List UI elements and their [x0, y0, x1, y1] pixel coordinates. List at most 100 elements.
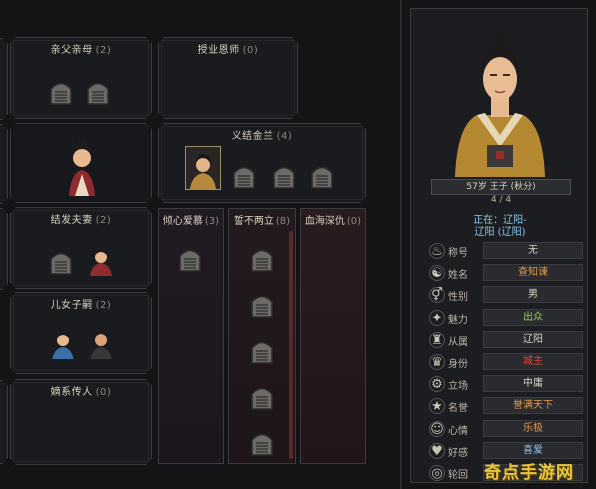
- children-title: 儿女子嗣 (2): [50, 300, 112, 311]
- love-title: 倾心爱慕 (3): [162, 216, 220, 227]
- tombstone-icon: [251, 341, 273, 364]
- attr-value: 喜爱: [483, 441, 583, 459]
- parent-slot-2[interactable]: [83, 76, 113, 106]
- samsara-icon: ◎: [429, 465, 445, 481]
- attr-value: 乐极: [483, 419, 583, 437]
- attr-row-8: ☺ 心情 乐极: [429, 419, 583, 438]
- attr-value: 誉满天下: [483, 397, 583, 415]
- attr-label: 心情: [448, 425, 468, 437]
- attr-label: 称号: [448, 248, 468, 259]
- attr-value: 城主: [483, 353, 583, 370]
- attr-value: 出众: [483, 308, 583, 326]
- child-avatar-1[interactable]: [47, 327, 79, 359]
- attr-row-7: ★ 名誉 誉满天下: [429, 397, 583, 415]
- attr-row-1: ☯ 姓名 查知谏: [429, 264, 583, 282]
- tombstone-icon: [251, 295, 273, 318]
- partial-panel-left-mid: [0, 124, 8, 204]
- attr-label: 姓名: [448, 270, 468, 282]
- slash-counter: 4 / 4: [490, 195, 512, 205]
- partial-panel-left-bottom: [0, 380, 8, 464]
- sworn-slot-4[interactable]: [307, 160, 337, 190]
- parents-panel[interactable]: 亲父亲母 (2): [10, 37, 152, 119]
- surname-icon: ☯: [429, 265, 445, 282]
- attr-label: 魅力: [448, 314, 468, 326]
- attr-value: 无: [483, 242, 583, 259]
- tombstone-icon: [229, 160, 259, 190]
- heir-panel[interactable]: 嫡系传人 (0): [10, 379, 152, 465]
- panel-divider: [400, 0, 402, 489]
- charm-icon: ✦: [429, 309, 445, 326]
- attr-label: 从属: [448, 336, 468, 348]
- attr-value: 辽阳: [483, 330, 583, 348]
- spouse-panel[interactable]: 结发夫妻 (2): [10, 207, 152, 289]
- tombstone-icon: [307, 160, 337, 190]
- stance-icon: ⚙: [429, 376, 445, 393]
- heir-title: 嫡系传人 (0): [50, 387, 112, 398]
- preference-icon: ♥: [429, 442, 445, 459]
- character-name-bar: 57岁 王子 (秋分): [431, 179, 571, 195]
- tombstone-icon: [251, 433, 273, 456]
- attr-label: 好感: [448, 447, 468, 459]
- attr-label: 身份: [448, 359, 468, 370]
- self-portrait-panel: [10, 123, 152, 203]
- enemy-title: 誓不两立 (8): [233, 216, 291, 227]
- spouse-avatar[interactable]: [85, 244, 117, 276]
- enemy-scrollbar[interactable]: [289, 231, 293, 459]
- enemy-slot-1[interactable]: [247, 243, 277, 273]
- tombstone-icon: [83, 76, 113, 106]
- parents-title: 亲父亲母 (2): [50, 45, 112, 56]
- attr-label: 轮回: [448, 470, 468, 481]
- sworn-panel[interactable]: 义结金兰 (4): [158, 123, 366, 203]
- love-slot-1[interactable]: [175, 243, 205, 273]
- master-panel[interactable]: 授业恩师 (0): [158, 37, 298, 119]
- attr-row-6: ⚙ 立场 中庸: [429, 375, 583, 393]
- fame-icon: ★: [429, 398, 445, 415]
- watermark: 奇点手游网: [484, 463, 574, 483]
- spouse-slot-1[interactable]: [46, 246, 76, 276]
- spouse-title: 结发夫妻 (2): [50, 215, 112, 226]
- tombstone-icon: [46, 76, 76, 106]
- enemy-slot-2[interactable]: [247, 289, 277, 319]
- gender-icon: ⚥: [429, 287, 445, 304]
- parent-slot-1[interactable]: [46, 76, 76, 106]
- sworn-avatar-1[interactable]: [185, 146, 221, 190]
- tombstone-icon: [251, 387, 273, 410]
- enemy-slot-5[interactable]: [247, 427, 277, 457]
- children-panel[interactable]: 儿女子嗣 (2): [10, 292, 152, 374]
- sworn-title: 义结金兰 (4): [231, 131, 293, 142]
- attr-row-4: ♜ 从属 辽阳: [429, 330, 583, 349]
- faction-icon: ♜: [429, 331, 445, 348]
- attr-row-2: ⚥ 性别 男: [429, 286, 583, 304]
- mood-icon: ☺: [429, 420, 445, 437]
- attr-label: 性别: [448, 292, 468, 304]
- attr-row-5: ♛ 身份 城主: [429, 353, 583, 371]
- title-icon: ♨: [429, 243, 445, 259]
- tombstone-icon: [251, 249, 273, 272]
- partial-panel-left-low: [0, 208, 8, 290]
- enemy-slot-3[interactable]: [247, 335, 277, 365]
- partial-panel-left-top: [0, 38, 8, 120]
- enemy-column[interactable]: 誓不两立 (8): [228, 208, 296, 464]
- attr-value: 男: [483, 286, 583, 304]
- female-avatar[interactable]: [61, 134, 103, 196]
- sworn-slot-2[interactable]: [229, 160, 259, 190]
- enemy-slot-4[interactable]: [247, 381, 277, 411]
- location-line-2: 辽阳 (辽阳): [474, 227, 526, 238]
- attr-label: 名誉: [448, 403, 468, 415]
- tombstone-icon: [179, 249, 201, 272]
- character-portrait: [455, 33, 545, 177]
- tombstone-icon: [46, 246, 76, 276]
- character-panel: 57岁 王子 (秋分) 4 / 4 正在：辽阳- 辽阳 (辽阳) ♨ 称号无 ☯ 姓名…: [410, 8, 588, 483]
- attr-value: 中庸: [483, 375, 583, 393]
- child-avatar-2[interactable]: [85, 327, 117, 359]
- attr-value: 查知谏: [483, 264, 583, 282]
- attr-label: 立场: [448, 381, 468, 393]
- feud-column[interactable]: 血海深仇 (0): [300, 208, 366, 464]
- attr-row-3: ✦ 魅力 出众: [429, 308, 583, 327]
- sworn-slot-3[interactable]: [269, 160, 299, 190]
- feud-title: 血海深仇 (0): [304, 216, 362, 227]
- attr-row-0: ♨ 称号 无: [429, 242, 583, 260]
- master-title: 授业恩师 (0): [197, 45, 259, 56]
- love-column[interactable]: 倾心爱慕 (3): [158, 208, 224, 464]
- identity-icon: ♛: [429, 354, 445, 370]
